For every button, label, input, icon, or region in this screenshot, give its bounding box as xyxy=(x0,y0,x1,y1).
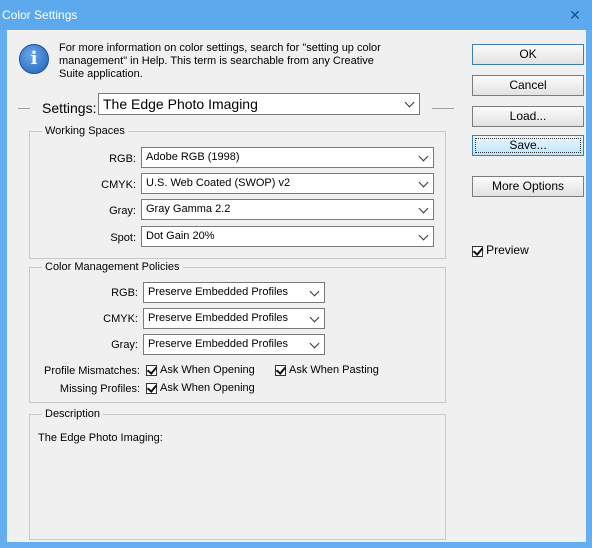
mismatch-ask-pasting-checkbox[interactable]: Ask When Pasting xyxy=(275,364,379,376)
ws-spot-label: Spot: xyxy=(110,232,136,244)
chevron-down-icon xyxy=(309,312,320,323)
color-settings-window: Color Settings ✕ i For more information … xyxy=(0,0,592,548)
description-title: Description xyxy=(42,408,104,420)
checkmark-icon[interactable] xyxy=(146,382,157,394)
ws-spot-select[interactable]: Dot Gain 20% xyxy=(141,226,434,247)
settings-divider-left xyxy=(18,108,30,109)
preview-label: Preview xyxy=(486,243,529,257)
ws-cmyk-select[interactable]: U.S. Web Coated (SWOP) v2 xyxy=(141,173,434,194)
info-text: For more information on color settings, … xyxy=(59,42,381,80)
dialog-body: i For more information on color settings… xyxy=(7,30,586,542)
title-bar[interactable]: Color Settings ✕ xyxy=(0,0,592,30)
close-icon[interactable]: ✕ xyxy=(565,5,585,25)
working-spaces-group: Working Spaces RGB: Adobe RGB (1998) CMY… xyxy=(29,125,446,259)
save-button[interactable]: Save... xyxy=(472,135,584,156)
chevron-down-icon xyxy=(418,151,429,162)
preview-checkbox[interactable]: Preview xyxy=(472,243,529,257)
ws-gray-label: Gray: xyxy=(109,205,136,217)
ws-cmyk-label: CMYK: xyxy=(101,179,136,191)
more-options-button[interactable]: More Options xyxy=(472,176,584,197)
ws-rgb-label: RGB: xyxy=(109,153,136,165)
settings-select[interactable]: The Edge Photo Imaging xyxy=(98,93,420,115)
ws-gray-select[interactable]: Gray Gamma 2.2 xyxy=(141,199,434,220)
profile-mismatches-label: Profile Mismatches: xyxy=(44,365,140,377)
policy-gray-select[interactable]: Preserve Embedded Profiles xyxy=(143,334,325,355)
working-spaces-title: Working Spaces xyxy=(42,125,128,137)
chevron-down-icon xyxy=(404,97,415,108)
chevron-down-icon xyxy=(418,230,429,241)
chevron-down-icon xyxy=(418,203,429,214)
missing-profiles-label: Missing Profiles: xyxy=(59,383,140,395)
cancel-button[interactable]: Cancel xyxy=(472,75,584,96)
policy-rgb-label: RGB: xyxy=(111,287,138,299)
policy-rgb-select[interactable]: Preserve Embedded Profiles xyxy=(143,282,325,303)
info-icon: i xyxy=(19,44,49,74)
ws-rgb-select[interactable]: Adobe RGB (1998) xyxy=(141,147,434,168)
chevron-down-icon xyxy=(309,338,320,349)
policy-gray-label: Gray: xyxy=(111,339,138,351)
chevron-down-icon xyxy=(418,177,429,188)
load-button[interactable]: Load... xyxy=(472,106,584,127)
description-group: Description The Edge Photo Imaging: xyxy=(29,408,446,540)
checkmark-icon[interactable] xyxy=(275,364,286,376)
window-title: Color Settings xyxy=(2,8,78,22)
description-text: The Edge Photo Imaging: xyxy=(38,432,163,444)
missing-ask-opening-checkbox[interactable]: Ask When Opening xyxy=(146,382,255,394)
policy-cmyk-label: CMYK: xyxy=(103,313,138,325)
mismatch-ask-opening-checkbox[interactable]: Ask When Opening xyxy=(146,364,255,376)
policies-group: Color Management Policies RGB: Preserve … xyxy=(29,261,446,403)
checkmark-icon[interactable] xyxy=(146,364,157,376)
settings-label: Settings: xyxy=(42,100,97,116)
ok-button[interactable]: OK xyxy=(472,44,584,65)
chevron-down-icon xyxy=(309,286,320,297)
policies-title: Color Management Policies xyxy=(42,261,183,273)
policy-cmyk-select[interactable]: Preserve Embedded Profiles xyxy=(143,308,325,329)
settings-divider-right xyxy=(432,108,454,109)
preview-check-icon[interactable] xyxy=(472,245,483,257)
